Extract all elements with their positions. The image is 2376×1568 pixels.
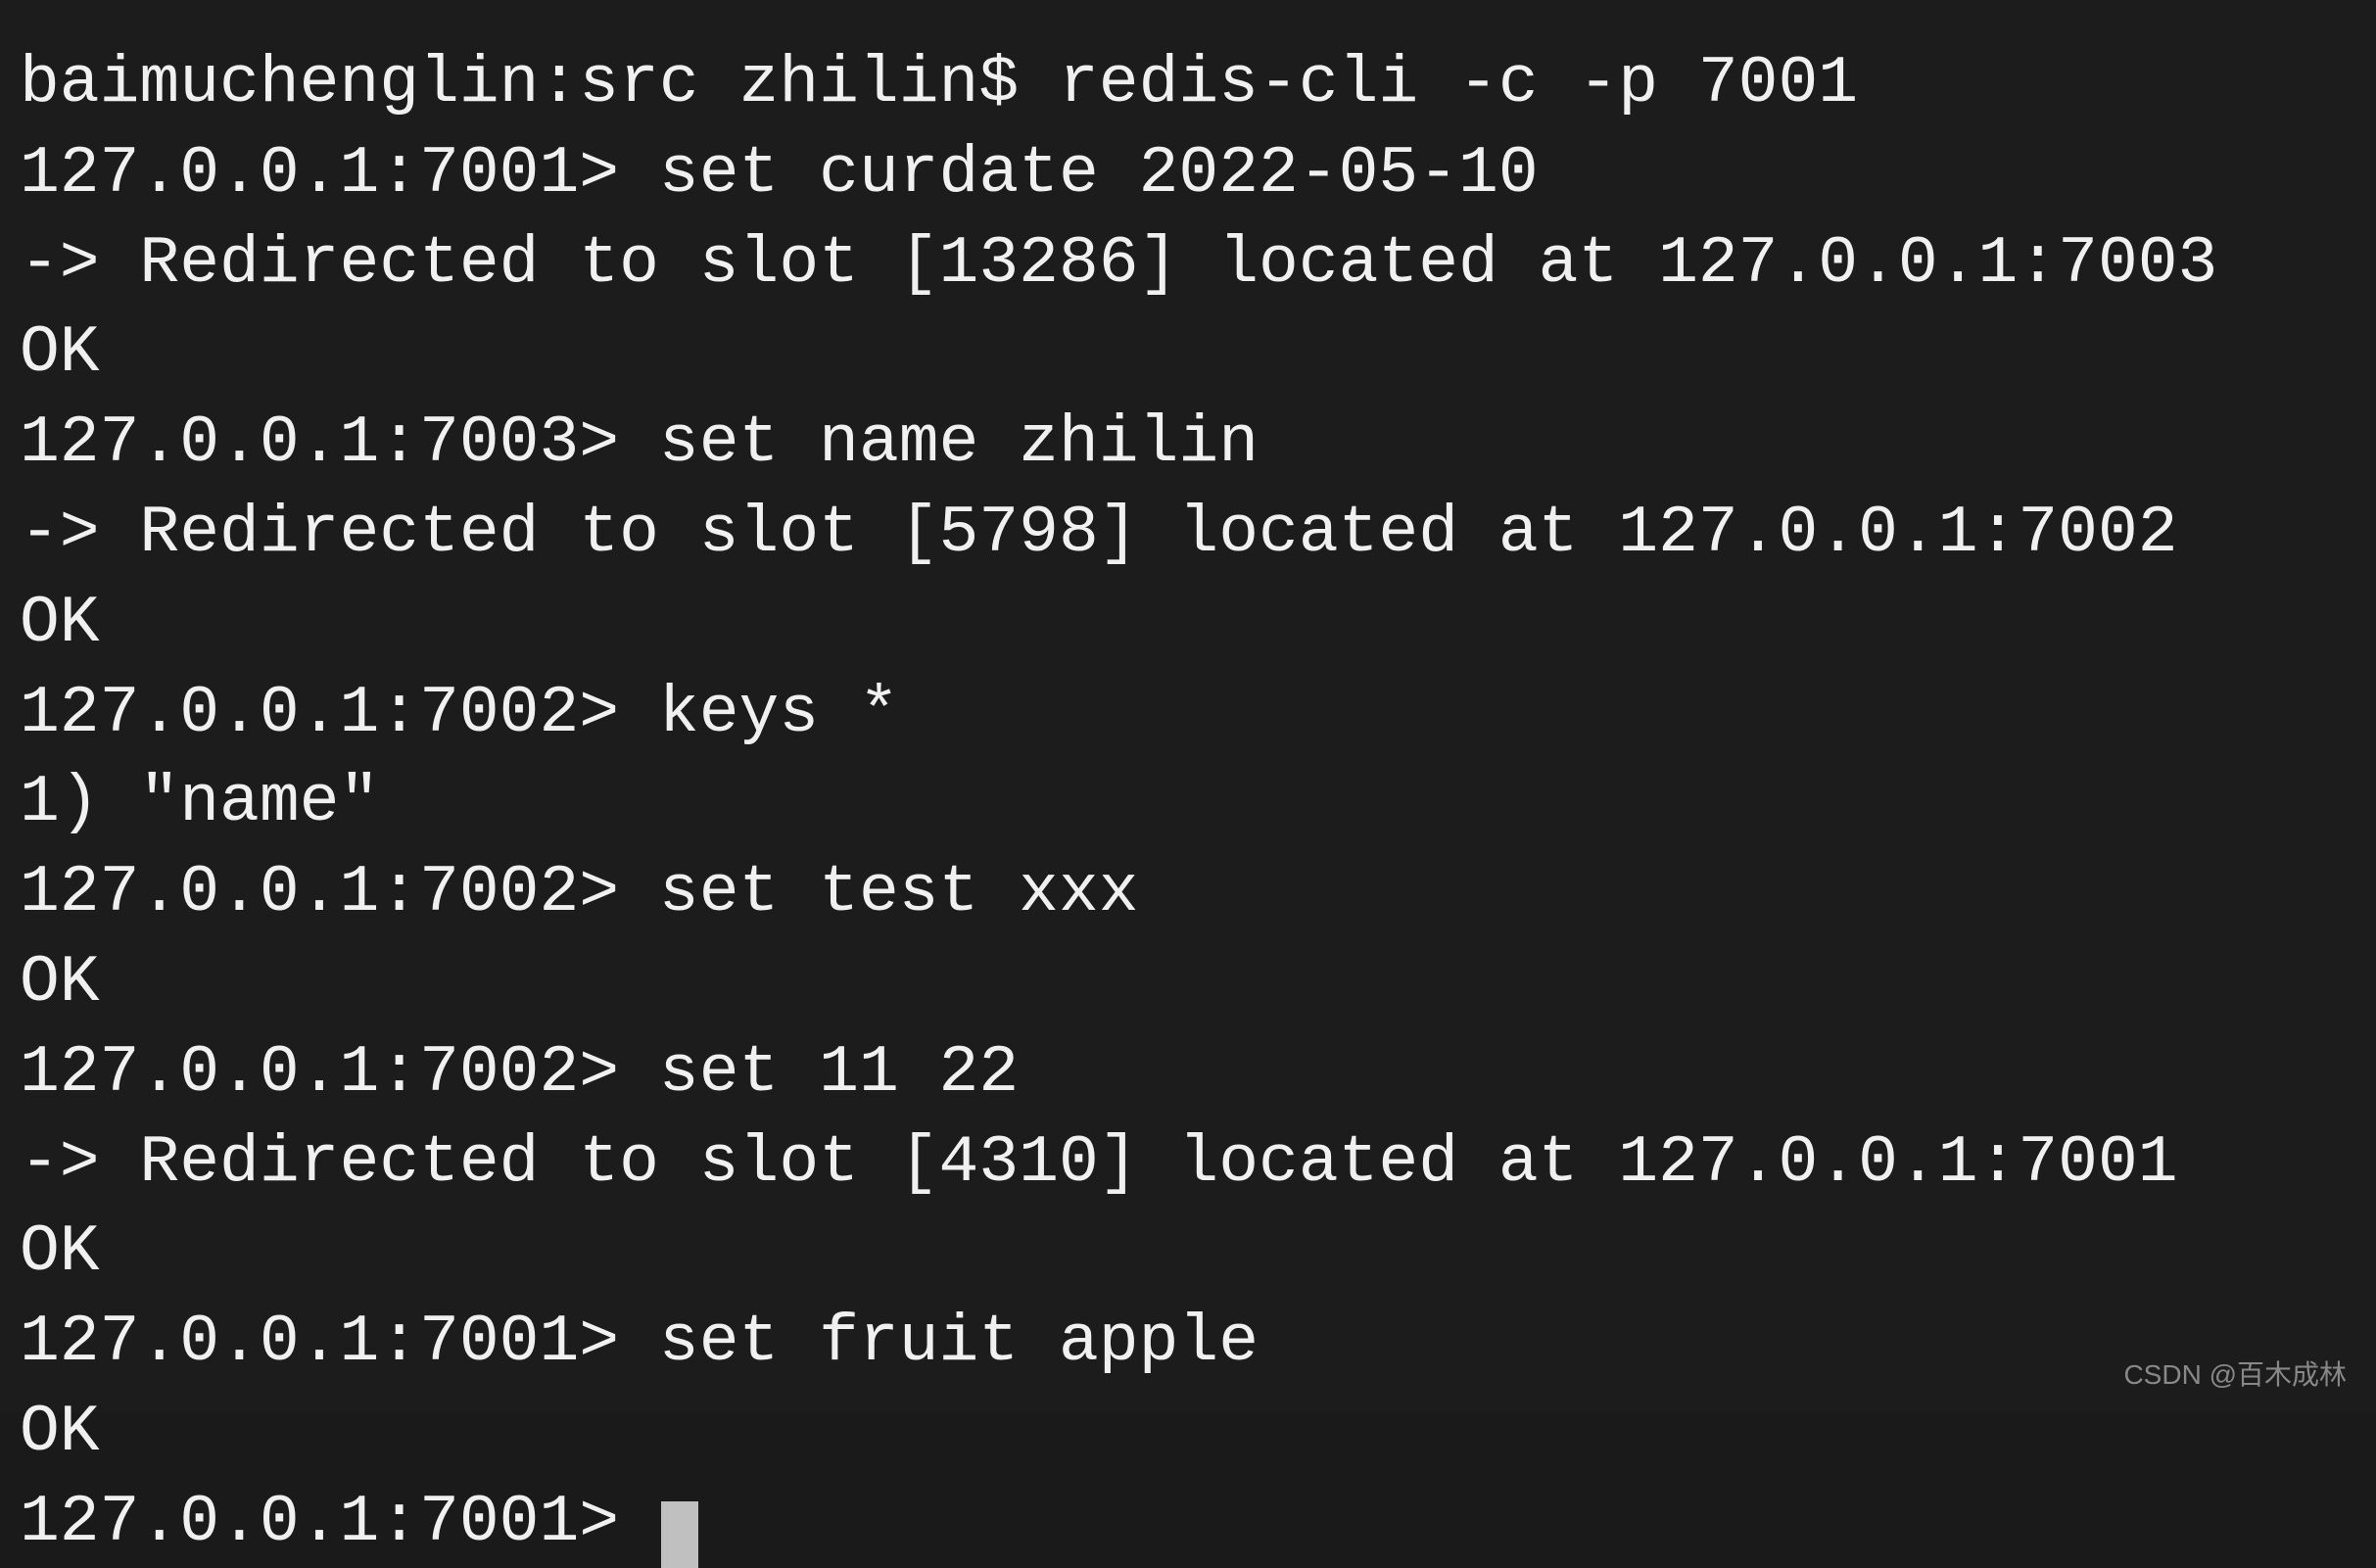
terminal-line-line3: -> Redirected to slot [13286] located at…: [20, 219, 2356, 309]
terminal-line-line16: OK: [20, 1388, 2356, 1478]
terminal-line-line8: 127.0.0.1:7002> keys *: [20, 669, 2356, 759]
terminal-window: baimuchenglin:src zhilin$ redis-cli -c -…: [0, 0, 2376, 1412]
terminal-line-line11: OK: [20, 938, 2356, 1028]
terminal-line-line5: 127.0.0.1:7003> set name zhilin: [20, 399, 2356, 489]
terminal-cursor: [661, 1501, 698, 1568]
terminal-line-line9: 1) "name": [20, 758, 2356, 848]
terminal-line-line1: baimuchenglin:src zhilin$ redis-cli -c -…: [20, 39, 2356, 129]
terminal-line-line15: 127.0.0.1:7001> set fruit apple: [20, 1298, 2356, 1388]
terminal-output: baimuchenglin:src zhilin$ redis-cli -c -…: [20, 39, 2356, 1568]
terminal-line-line14: OK: [20, 1208, 2356, 1298]
terminal-line-line2: 127.0.0.1:7001> set curdate 2022-05-10: [20, 129, 2356, 219]
watermark: CSDN @百木成林: [2123, 1354, 2347, 1393]
terminal-line-line17: 127.0.0.1:7001>: [20, 1478, 2356, 1568]
terminal-line-line4: OK: [20, 309, 2356, 399]
terminal-line-line10: 127.0.0.1:7002> set test xxx: [20, 848, 2356, 938]
terminal-line-line7: OK: [20, 579, 2356, 669]
terminal-line-line12: 127.0.0.1:7002> set 11 22: [20, 1028, 2356, 1118]
terminal-line-line6: -> Redirected to slot [5798] located at …: [20, 489, 2356, 579]
terminal-line-line13: -> Redirected to slot [4310] located at …: [20, 1118, 2356, 1209]
